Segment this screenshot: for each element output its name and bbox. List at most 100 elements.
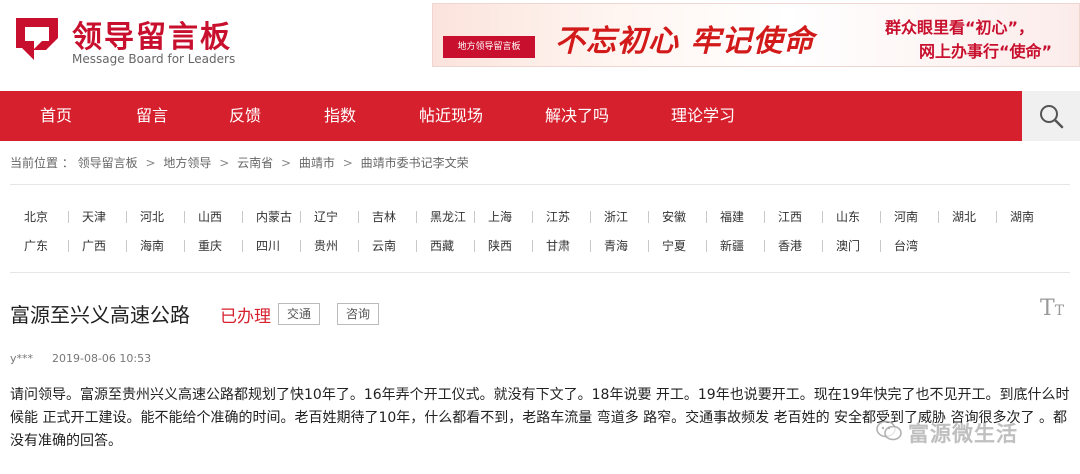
nav-item-solved[interactable]: 解决了吗: [545, 91, 609, 141]
region-separator: [648, 211, 649, 223]
main-nav: 首页 留言 反馈 指数 帖近现场 解决了吗 理论学习: [0, 91, 1080, 141]
region-link[interactable]: 安徽: [662, 208, 686, 225]
region-link[interactable]: 江苏: [546, 208, 570, 225]
region-separator: [300, 240, 301, 252]
region-link[interactable]: 香港: [778, 237, 802, 254]
region-link[interactable]: 江西: [778, 208, 802, 225]
region-link[interactable]: 内蒙古: [256, 208, 292, 225]
region-separator: [68, 211, 69, 223]
region-separator: [474, 211, 475, 223]
breadcrumb-separator: >: [219, 156, 230, 170]
region-link[interactable]: 陕西: [488, 237, 512, 254]
breadcrumb-separator: >: [342, 156, 353, 170]
nav-item-message[interactable]: 留言: [136, 91, 168, 141]
region-link[interactable]: 甘肃: [546, 237, 570, 254]
tag-transport[interactable]: 交通: [278, 303, 321, 325]
site-logo[interactable]: 领导留言板 Message Board for Leaders: [12, 12, 252, 68]
divider: [10, 184, 1070, 185]
region-separator: [416, 240, 417, 252]
nav-item-theory[interactable]: 理论学习: [671, 91, 735, 141]
region-link[interactable]: 湖北: [952, 208, 976, 225]
nav-item-scene[interactable]: 帖近现场: [419, 91, 483, 141]
region-separator: [358, 240, 359, 252]
region-link[interactable]: 河北: [140, 208, 164, 225]
message-title: 富源至兴义高速公路: [10, 303, 190, 327]
breadcrumb-item[interactable]: 地方领导: [163, 156, 211, 170]
region-link[interactable]: 福建: [720, 208, 744, 225]
region-link[interactable]: 辽宁: [314, 208, 338, 225]
region-separator: [880, 211, 881, 223]
region-link[interactable]: 青海: [604, 237, 628, 254]
region-separator: [242, 240, 243, 252]
banner-line-1: 群众眼里看“初心”，: [885, 18, 1035, 37]
region-link[interactable]: 贵州: [314, 237, 338, 254]
region-link[interactable]: 澳门: [836, 237, 860, 254]
region-separator: [68, 240, 69, 252]
region-link[interactable]: 广东: [24, 237, 48, 254]
region-link[interactable]: 上海: [488, 208, 512, 225]
font-size-icon-small: T: [1054, 303, 1065, 319]
nav-item-index[interactable]: 指数: [324, 91, 356, 141]
banner-slogan: 不忘初心 牢记使命: [555, 24, 815, 59]
region-link[interactable]: 重庆: [198, 237, 222, 254]
region-separator: [184, 211, 185, 223]
region-separator: [184, 240, 185, 252]
breadcrumb-item[interactable]: 领导留言板: [78, 156, 138, 170]
region-separator: [590, 240, 591, 252]
breadcrumb-item[interactable]: 曲靖市: [299, 156, 335, 170]
region-link[interactable]: 黑龙江: [430, 208, 466, 225]
region-link[interactable]: 西藏: [430, 237, 454, 254]
message-author: y***: [10, 352, 34, 365]
region-link[interactable]: 四川: [256, 237, 280, 254]
watermark: 富源微生活: [876, 418, 1072, 450]
region-separator: [416, 211, 417, 223]
region-link[interactable]: 宁夏: [662, 237, 686, 254]
font-size-toggle[interactable]: TT: [1040, 296, 1064, 321]
watermark-text: 富源微生活: [908, 422, 1018, 446]
region-list: 北京 天津 河北 山西 内蒙古 辽宁 吉林 黑龙江 上海 江苏 浙江 安徽 福建 江西 山东 河南 湖北 湖南 广…: [10, 196, 1070, 272]
wechat-icon: [876, 420, 902, 441]
region-link[interactable]: 新疆: [720, 237, 744, 254]
search-icon: [1040, 105, 1064, 129]
region-separator: [126, 240, 127, 252]
region-separator: [880, 240, 881, 252]
banner-ad[interactable]: 地方领导留言板 不忘初心 牢记使命 群众眼里看“初心”， 网上办事行“使命”: [432, 3, 1080, 67]
nav-item-feedback[interactable]: 反馈: [229, 91, 261, 141]
region-separator: [648, 240, 649, 252]
tag-consult[interactable]: 咨询: [337, 303, 380, 325]
region-separator: [996, 211, 997, 223]
region-separator: [822, 211, 823, 223]
font-size-icon: T: [1040, 296, 1055, 321]
status-badge: 已办理: [220, 307, 271, 327]
region-link[interactable]: 吉林: [372, 208, 396, 225]
search-button[interactable]: [1022, 91, 1080, 141]
nav-item-home[interactable]: 首页: [40, 91, 72, 141]
message-time: 2019-08-06 10:53: [52, 352, 152, 365]
region-separator: [938, 211, 939, 223]
region-link[interactable]: 浙江: [604, 208, 628, 225]
region-link[interactable]: 山西: [198, 208, 222, 225]
region-link[interactable]: 海南: [140, 237, 164, 254]
region-link[interactable]: 云南: [372, 237, 396, 254]
region-row: 北京 天津 河北 山西 内蒙古 辽宁 吉林 黑龙江 上海 江苏 浙江 安徽 福建 江西 山东 河南 湖北 湖南: [10, 208, 1070, 228]
region-separator: [532, 211, 533, 223]
logo-mark-icon: [16, 18, 58, 60]
breadcrumb-item[interactable]: 云南省: [237, 156, 273, 170]
region-separator: [706, 211, 707, 223]
breadcrumb-item[interactable]: 曲靖市委书记李文荣: [361, 156, 469, 170]
breadcrumb-separator: >: [280, 156, 292, 170]
region-link[interactable]: 北京: [24, 208, 48, 225]
region-separator: [764, 240, 765, 252]
region-link[interactable]: 河南: [894, 208, 918, 225]
region-link[interactable]: 广西: [82, 237, 106, 254]
region-link[interactable]: 台湾: [894, 237, 918, 254]
breadcrumb-separator: >: [145, 156, 156, 170]
region-separator: [764, 211, 765, 223]
region-separator: [590, 211, 591, 223]
region-link[interactable]: 湖南: [1010, 208, 1034, 225]
region-separator: [822, 240, 823, 252]
region-link[interactable]: 天津: [82, 208, 106, 225]
region-separator: [242, 211, 243, 223]
region-link[interactable]: 山东: [836, 208, 860, 225]
header: 领导留言板 Message Board for Leaders 地方领导留言板 …: [0, 0, 1080, 90]
